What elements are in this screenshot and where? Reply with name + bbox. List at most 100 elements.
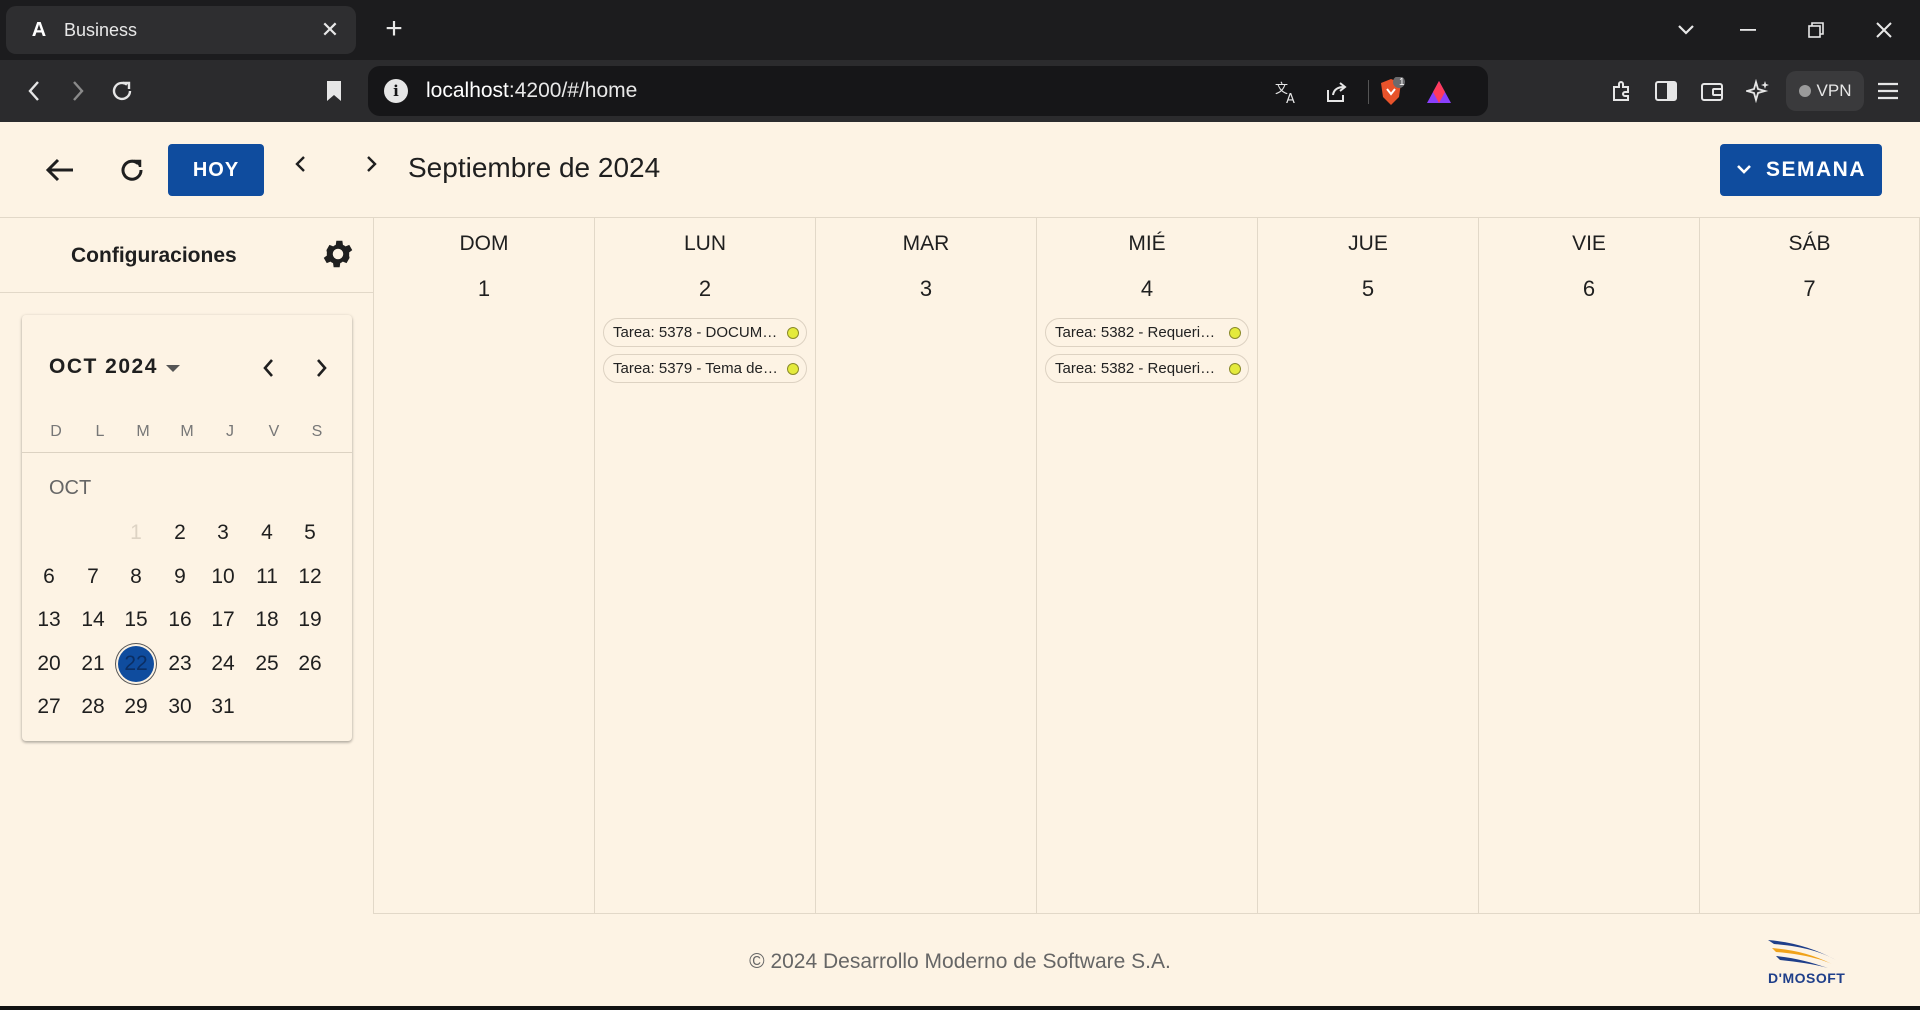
mini-calendar-prev-icon[interactable] <box>250 350 286 386</box>
mini-calendar-day-selected[interactable]: 22 <box>118 645 154 682</box>
logo-text: D'MOSOFT <box>1768 970 1846 986</box>
mini-calendar-day[interactable]: 19 <box>292 602 328 638</box>
today-button[interactable]: HOY <box>168 144 264 196</box>
event-chip[interactable]: Tarea: 5379 - Tema de la reunión <box>603 354 807 383</box>
vpn-status-icon <box>1798 85 1811 97</box>
day-column[interactable]: DOM 1 <box>374 218 595 914</box>
forward-icon[interactable] <box>60 73 96 109</box>
calendar-header: HOY Septiembre de 2024 SEMANA <box>0 122 1920 218</box>
mini-calendar-day[interactable]: 7 <box>75 559 111 595</box>
bookmark-icon[interactable] <box>316 73 352 109</box>
url-text[interactable]: localhost:4200/#/home <box>426 79 637 103</box>
event-label: Tarea: 5379 - Tema de la reunión <box>613 360 806 377</box>
day-name: LUN <box>683 232 726 255</box>
footer-copyright: © 2024 Desarrollo Moderno de Software S.… <box>749 950 1171 973</box>
address-bar[interactable]: i localhost:4200/#/home 文A 1 <box>368 66 1488 116</box>
day-number[interactable]: 7 <box>1700 276 1919 302</box>
mini-calendar-day[interactable]: 21 <box>75 646 111 682</box>
day-number[interactable]: 2 <box>595 276 815 302</box>
mini-calendar-day[interactable]: 16 <box>162 602 198 638</box>
extensions-icon[interactable] <box>1604 73 1640 109</box>
day-number[interactable]: 6 <box>1479 276 1699 302</box>
mini-calendar-day[interactable]: 11 <box>249 559 285 595</box>
restore-icon[interactable] <box>1796 12 1836 48</box>
mini-calendar-day[interactable]: 3 <box>205 515 241 551</box>
mini-calendar-day[interactable]: 5 <box>292 515 328 551</box>
event-chip[interactable]: Tarea: 5382 - Requerimiento <box>1045 354 1249 383</box>
minimize-icon[interactable] <box>1728 12 1768 48</box>
sidebar-toggle-icon[interactable] <box>1648 73 1684 109</box>
day-number[interactable]: 5 <box>1258 276 1478 302</box>
mini-calendar-day[interactable]: 25 <box>249 646 285 682</box>
day-column[interactable]: MIÉ 4 Tarea: 5382 - Requerimiento Tarea: 53… <box>1037 218 1258 914</box>
menu-icon[interactable] <box>1870 73 1906 109</box>
mini-calendar-day[interactable]: 12 <box>292 559 328 595</box>
translate-icon[interactable]: 文A <box>1272 77 1302 107</box>
mini-calendar-day[interactable]: 29 <box>118 689 154 725</box>
weekday-label: M <box>180 423 194 440</box>
share-icon[interactable] <box>1322 77 1352 107</box>
wallet-icon[interactable] <box>1694 73 1730 109</box>
mini-calendar-day[interactable]: 9 <box>162 559 198 595</box>
mini-calendar: OCT 2024 D L M M J V S OCT 1 2 3 4 5 6 7 8 9 10 11… <box>22 315 352 741</box>
mini-calendar-day[interactable]: 20 <box>31 646 67 682</box>
refresh-icon[interactable] <box>110 148 154 192</box>
event-status-dot-icon <box>787 363 799 375</box>
next-week-icon[interactable] <box>350 142 394 186</box>
leo-ai-icon[interactable] <box>1740 73 1776 109</box>
weekday-label: V <box>268 423 280 440</box>
day-number[interactable]: 4 <box>1037 276 1257 302</box>
event-chip[interactable]: Tarea: 5382 - Requerimiento <box>1045 318 1249 347</box>
reload-icon[interactable] <box>104 73 140 109</box>
mini-calendar-day[interactable]: 26 <box>292 646 328 682</box>
weekday-label: D <box>50 423 62 440</box>
back-arrow-icon[interactable] <box>38 148 82 192</box>
mini-calendar-day[interactable]: 2 <box>162 515 198 551</box>
mini-calendar-day[interactable]: 1 <box>118 515 154 551</box>
mini-calendar-day[interactable]: 6 <box>31 559 67 595</box>
event-label: Tarea: 5378 - DOCUMENTO <box>613 324 804 341</box>
day-name: MIÉ <box>1128 232 1166 255</box>
mini-calendar-day[interactable]: 28 <box>75 689 111 725</box>
mini-calendar-day[interactable]: 14 <box>75 602 111 638</box>
mini-calendar-period-button[interactable]: OCT 2024 <box>49 355 180 379</box>
back-icon[interactable] <box>16 73 52 109</box>
mini-calendar-day[interactable]: 23 <box>162 646 198 682</box>
day-column[interactable]: MAR 3 <box>816 218 1037 914</box>
mini-calendar-day[interactable]: 31 <box>205 689 241 725</box>
gear-icon[interactable] <box>320 236 356 272</box>
prev-week-icon[interactable] <box>278 142 322 186</box>
mini-calendar-day[interactable]: 18 <box>249 602 285 638</box>
site-info-icon[interactable]: i <box>384 79 408 103</box>
browser-tab-bar: A Business ✕ + <box>0 0 1920 60</box>
mini-calendar-day[interactable]: 13 <box>31 602 67 638</box>
mini-calendar-day[interactable]: 27 <box>31 689 67 725</box>
new-tab-button[interactable]: + <box>376 12 412 48</box>
mini-calendar-day[interactable]: 4 <box>249 515 285 551</box>
browser-tab[interactable]: A Business ✕ <box>6 6 356 54</box>
mini-calendar-day[interactable]: 8 <box>118 559 154 595</box>
event-chip[interactable]: Tarea: 5378 - DOCUMENTO <box>603 318 807 347</box>
day-column[interactable]: VIE 6 <box>1479 218 1700 914</box>
view-selector-button[interactable]: SEMANA <box>1720 144 1882 196</box>
day-number[interactable]: 1 <box>374 276 594 302</box>
brave-shields-icon[interactable]: 1 <box>1376 77 1406 107</box>
mini-calendar-header: OCT 2024 <box>49 355 158 378</box>
day-column[interactable]: LUN 2 Tarea: 5378 - DOCUMENTO Tarea: 5379 -… <box>595 218 816 914</box>
vpn-button[interactable]: VPN <box>1786 71 1864 111</box>
day-column[interactable]: SÁB 7 <box>1700 218 1920 914</box>
mini-calendar-day[interactable]: 15 <box>118 602 154 638</box>
view-selector-label: SEMANA <box>1765 158 1866 181</box>
mini-calendar-day[interactable]: 30 <box>162 689 198 725</box>
weekday-label: J <box>226 423 234 440</box>
brave-rewards-icon[interactable] <box>1424 77 1454 107</box>
mini-calendar-day[interactable]: 10 <box>205 559 241 595</box>
tab-close-icon[interactable]: ✕ <box>318 17 342 43</box>
day-number[interactable]: 3 <box>816 276 1036 302</box>
mini-calendar-day[interactable]: 17 <box>205 602 241 638</box>
tab-search-chevron-icon[interactable] <box>1666 12 1706 48</box>
mini-calendar-day[interactable]: 24 <box>205 646 241 682</box>
close-window-icon[interactable] <box>1864 12 1904 48</box>
day-column[interactable]: JUE 5 <box>1258 218 1479 914</box>
mini-calendar-next-icon[interactable] <box>304 350 340 386</box>
